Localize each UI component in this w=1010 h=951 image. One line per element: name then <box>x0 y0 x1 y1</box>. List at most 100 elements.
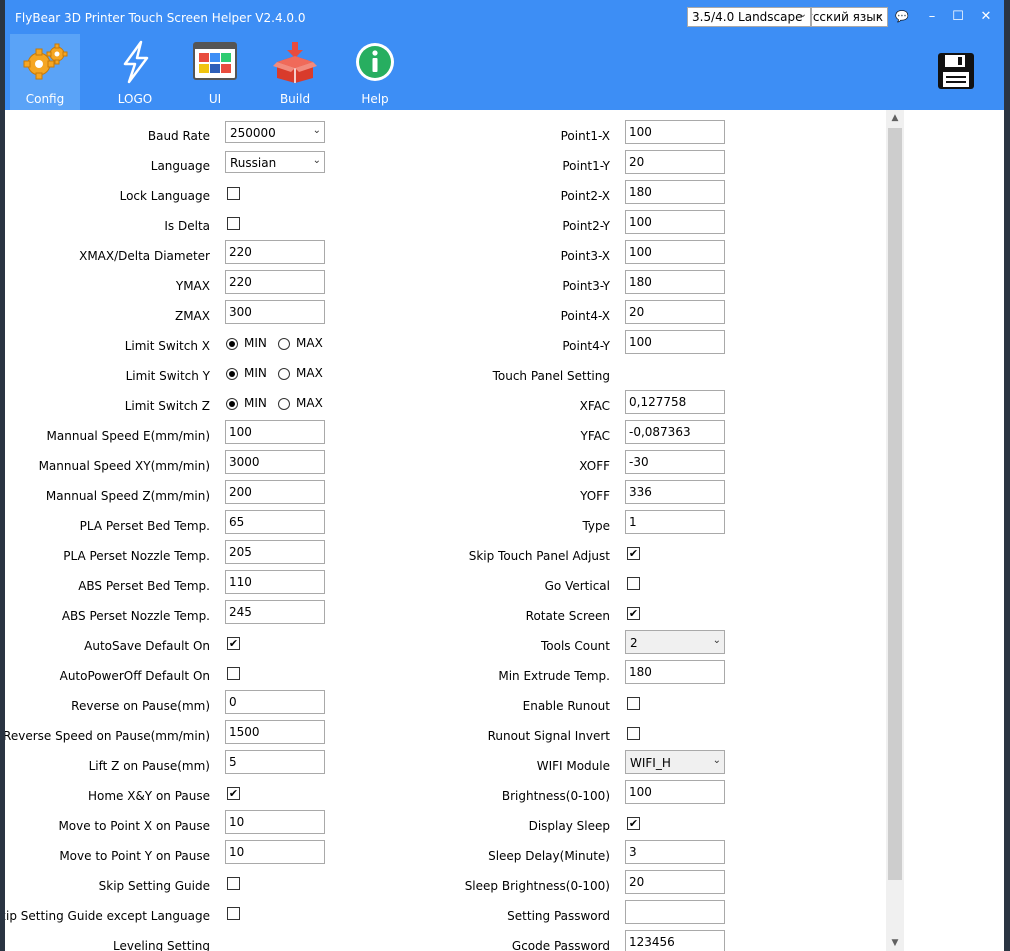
brightness-input[interactable]: 100 <box>625 780 725 804</box>
gcode-password-input[interactable]: 123456 <box>625 930 725 951</box>
chevron-down-icon: ⌄ <box>798 9 807 20</box>
point1-x-input[interactable]: 100 <box>625 120 725 144</box>
reverse-speed-pause-label: Reverse Speed on Pause(mm/min) <box>5 729 210 743</box>
skip-guide-except-language-checkbox[interactable] <box>227 907 240 920</box>
limit-z-max-radio[interactable] <box>278 398 290 410</box>
yfac-input[interactable]: -0,087363 <box>625 420 725 444</box>
setting-password-input[interactable] <box>625 900 725 924</box>
speed-e-label: Mannual Speed E(mm/min) <box>46 429 210 443</box>
home-xy-pause-label: Home X&Y on Pause <box>87 789 210 803</box>
limit-x-min-radio[interactable] <box>226 338 238 350</box>
min-extrude-input[interactable]: 180 <box>625 660 725 684</box>
limit-x-max-radio[interactable] <box>278 338 290 350</box>
enable-runout-checkbox[interactable] <box>627 697 640 710</box>
sleep-delay-input[interactable]: 3 <box>625 840 725 864</box>
display-sleep-checkbox[interactable]: ✔ <box>627 817 640 830</box>
tab-build[interactable]: Build <box>260 34 330 110</box>
tab-ui[interactable]: UI <box>180 34 250 110</box>
scroll-up-arrow-icon[interactable]: ▲ <box>886 113 904 123</box>
language-label: Language <box>150 159 210 173</box>
rotate-screen-checkbox[interactable]: ✔ <box>627 607 640 620</box>
runout-invert-checkbox[interactable] <box>627 727 640 740</box>
scrollbar-thumb[interactable] <box>888 128 902 880</box>
abs-nozzle-input[interactable]: 245 <box>225 600 325 624</box>
autopoweroff-checkbox[interactable] <box>227 667 240 680</box>
point4-x-input[interactable]: 20 <box>625 300 725 324</box>
chevron-down-icon: ⌄ <box>712 635 721 646</box>
yoff-input[interactable]: 336 <box>625 480 725 504</box>
pla-nozzle-input[interactable]: 205 <box>225 540 325 564</box>
ui-language-select[interactable]: Русский язык⌄ <box>811 7 888 27</box>
minimize-button[interactable]: – <box>921 8 943 26</box>
maximize-button[interactable]: ☐ <box>947 8 969 26</box>
limit-switch-y-label: Limit Switch Y <box>125 369 210 383</box>
vertical-scrollbar[interactable]: ▲ ▼ <box>886 110 904 951</box>
point2-x-input[interactable]: 180 <box>625 180 725 204</box>
limit-y-min-label: MIN <box>244 366 267 380</box>
wifi-module-select[interactable]: WIFI_H ⌄ <box>625 750 725 774</box>
tab-config[interactable]: Config <box>10 34 80 110</box>
zmax-input[interactable]: 300 <box>225 300 325 324</box>
chevron-down-icon: ⌄ <box>712 755 721 766</box>
ymax-label: YMAX <box>175 279 210 293</box>
speed-xy-input[interactable]: 3000 <box>225 450 325 474</box>
tab-build-label: Build <box>279 92 311 106</box>
scroll-down-arrow-icon[interactable]: ▼ <box>886 938 904 948</box>
close-button[interactable]: ✕ <box>975 8 997 26</box>
reverse-speed-pause-input[interactable]: 1500 <box>225 720 325 744</box>
sleep-delay-label: Sleep Delay(Minute) <box>488 849 610 863</box>
floppy-disk-icon[interactable] <box>936 51 976 91</box>
reverse-pause-input[interactable]: 0 <box>225 690 325 714</box>
leveling-setting-header: Leveling Setting <box>112 939 210 951</box>
baud-rate-select[interactable]: 250000 ⌄ <box>225 121 325 143</box>
point3-y-label: Point3-Y <box>562 279 610 293</box>
pla-bed-input[interactable]: 65 <box>225 510 325 534</box>
speed-z-input[interactable]: 200 <box>225 480 325 504</box>
title-bar: FlyBear 3D Printer Touch Screen Helper V… <box>5 0 1004 34</box>
box-icon <box>273 42 317 83</box>
sleep-brightness-input[interactable]: 20 <box>625 870 725 894</box>
speed-e-input[interactable]: 100 <box>225 420 325 444</box>
skip-guide-checkbox[interactable] <box>227 877 240 890</box>
autosave-checkbox[interactable]: ✔ <box>227 637 240 650</box>
tab-config-label: Config <box>25 92 65 106</box>
point4-y-input[interactable]: 100 <box>625 330 725 354</box>
ymax-input[interactable]: 220 <box>225 270 325 294</box>
abs-bed-input[interactable]: 110 <box>225 570 325 594</box>
go-vertical-checkbox[interactable] <box>627 577 640 590</box>
limit-switch-x-label: Limit Switch X <box>124 339 210 353</box>
point3-x-input[interactable]: 100 <box>625 240 725 264</box>
is-delta-checkbox[interactable] <box>227 217 240 230</box>
point1-y-label: Point1-Y <box>562 159 610 173</box>
limit-y-max-radio[interactable] <box>278 368 290 380</box>
tab-logo[interactable]: LOGO <box>100 34 170 110</box>
lift-z-pause-input[interactable]: 5 <box>225 750 325 774</box>
pla-nozzle-label: PLA Perset Nozzle Temp. <box>63 549 210 563</box>
tools-count-select[interactable]: 2 ⌄ <box>625 630 725 654</box>
point4-x-label: Point4-X <box>560 309 610 323</box>
go-vertical-label: Go Vertical <box>544 579 610 593</box>
limit-z-min-radio[interactable] <box>226 398 238 410</box>
limit-z-min-label: MIN <box>244 396 267 410</box>
tab-help[interactable]: Help <box>340 34 410 110</box>
move-y-pause-label: Move to Point Y on Pause <box>59 849 210 863</box>
gear-icon <box>23 43 68 80</box>
xmax-input[interactable]: 220 <box>225 240 325 264</box>
point2-y-input[interactable]: 100 <box>625 210 725 234</box>
xfac-input[interactable]: 0,127758 <box>625 390 725 414</box>
orientation-select[interactable]: 3.5/4.0 Landscape ⌄ <box>687 7 811 27</box>
speed-xy-label: Mannual Speed XY(mm/min) <box>38 459 210 473</box>
limit-y-min-radio[interactable] <box>226 368 238 380</box>
tab-logo-label: LOGO <box>117 92 153 106</box>
skip-touch-adjust-checkbox[interactable]: ✔ <box>627 547 640 560</box>
lock-language-checkbox[interactable] <box>227 187 240 200</box>
point3-y-input[interactable]: 180 <box>625 270 725 294</box>
language-select[interactable]: Russian ⌄ <box>225 151 325 173</box>
help-bubble-icon[interactable]: 💬 <box>891 8 913 26</box>
type-input[interactable]: 1 <box>625 510 725 534</box>
move-x-pause-input[interactable]: 10 <box>225 810 325 834</box>
home-xy-pause-checkbox[interactable]: ✔ <box>227 787 240 800</box>
point1-y-input[interactable]: 20 <box>625 150 725 174</box>
move-y-pause-input[interactable]: 10 <box>225 840 325 864</box>
xoff-input[interactable]: -30 <box>625 450 725 474</box>
